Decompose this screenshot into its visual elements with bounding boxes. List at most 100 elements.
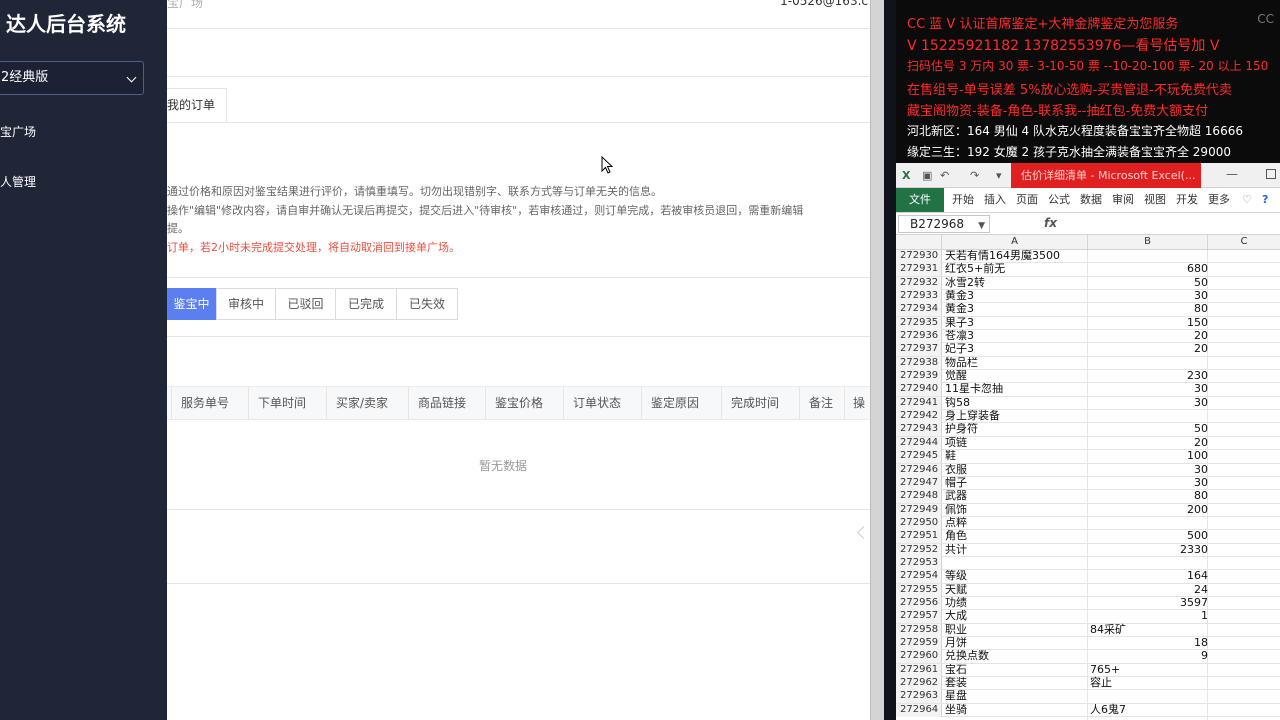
cell-b[interactable]: 200 [1088, 503, 1208, 516]
cell-a[interactable]: 红衣5+前无 [945, 263, 1085, 275]
sheet-row[interactable]: 272941 钩58 30 [896, 396, 1280, 411]
status-tab-expired[interactable]: 已失效 [396, 288, 458, 320]
row-number[interactable]: 272941 [896, 396, 942, 410]
ribbon-tab-page[interactable]: 页面 [1016, 188, 1038, 212]
cell-a[interactable]: 身上穿装备 [945, 410, 1085, 422]
cell-b[interactable]: 30 [1088, 476, 1208, 489]
sheet-row[interactable]: 272943 护身符 50 [896, 423, 1280, 437]
row-number[interactable]: 272932 [896, 276, 942, 290]
maximize-icon[interactable] [1266, 169, 1276, 179]
cell-a[interactable]: 套装 [945, 677, 1085, 689]
cell-a[interactable]: 护身符 [945, 423, 1085, 435]
row-number[interactable]: 272959 [896, 636, 942, 650]
sidebar-item-management[interactable]: 人管理 [0, 173, 36, 190]
cell-b[interactable]: 20 [1088, 343, 1208, 355]
cell-b[interactable]: 164 [1088, 570, 1208, 582]
column-header[interactable]: 完成时间 [721, 387, 800, 419]
cell-a[interactable]: 黄金3 [945, 303, 1085, 315]
version-select[interactable]: 2经典版 [0, 61, 144, 95]
cell-a[interactable]: 兑换点数 [945, 650, 1085, 662]
cell-b[interactable]: 500 [1088, 530, 1208, 542]
sheet-row[interactable]: 272954 等级 164 [896, 570, 1280, 584]
row-number[interactable]: 272953 [896, 556, 942, 570]
select-all-corner[interactable] [896, 235, 942, 250]
row-number[interactable]: 272934 [896, 303, 942, 317]
undo-icon[interactable]: ↶ [940, 169, 949, 182]
cell-a[interactable]: 坐骑 [945, 704, 1085, 716]
sheet-row[interactable]: 272964 坐骑 人6鬼7 [896, 703, 1280, 718]
sheet-row[interactable]: 272951 角色 500 [896, 530, 1280, 544]
sheet-row[interactable]: 272962 套装 容止 [896, 677, 1280, 691]
row-number[interactable]: 272950 [896, 516, 942, 530]
cell-a[interactable]: 角色 [945, 530, 1085, 542]
cell-a[interactable]: 职业 [945, 624, 1085, 636]
row-number[interactable]: 272945 [896, 450, 942, 464]
row-number[interactable]: 272931 [896, 263, 942, 277]
cell-b[interactable]: 30 [1088, 396, 1208, 409]
sheet-row[interactable]: 272960 兑换点数 9 [896, 650, 1280, 664]
cell-a[interactable]: 项链 [945, 437, 1085, 449]
row-number[interactable]: 272952 [896, 543, 942, 557]
row-number[interactable]: 272944 [896, 436, 942, 450]
sheet-row[interactable]: 272959 月饼 18 [896, 636, 1280, 651]
save-icon[interactable]: ▣ [922, 169, 932, 182]
row-number[interactable]: 272956 [896, 596, 942, 610]
cell-b[interactable]: 30 [1088, 383, 1208, 395]
cell-a[interactable]: 妃子3 [945, 343, 1085, 355]
sheet-row[interactable]: 272940 11星卡忽抽 30 [896, 383, 1280, 397]
cell-b[interactable]: 18 [1088, 636, 1208, 649]
row-number[interactable]: 272962 [896, 677, 942, 690]
sheet-row[interactable]: 272949 佩饰 200 [896, 503, 1280, 517]
cell-a[interactable]: 月饼 [945, 637, 1085, 649]
minimize-icon[interactable]: — [1226, 167, 1238, 181]
status-tab-completed[interactable]: 已完成 [335, 288, 397, 320]
sheet-row[interactable]: 272953 [896, 556, 1280, 571]
sheet-row[interactable]: 272939 觉醒 230 [896, 370, 1280, 384]
cell-a[interactable]: 天若有情164男魔3500 [945, 250, 1085, 262]
user-email[interactable]: 1-0526@163.c [780, 0, 868, 8]
column-header[interactable]: 鉴宝价格 [485, 387, 564, 419]
cell-a[interactable]: 功绩 [945, 597, 1085, 609]
ribbon-tab-review[interactable]: 审阅 [1112, 188, 1134, 212]
sheet-row[interactable]: 272930 天若有情164男魔3500 [896, 250, 1280, 264]
sheet-row[interactable]: 272937 妃子3 20 [896, 343, 1280, 357]
row-number[interactable]: 272963 [896, 690, 942, 704]
ribbon-tab-more[interactable]: 更多 [1208, 188, 1230, 212]
ribbon-tab-view[interactable]: 视图 [1144, 188, 1166, 212]
insert-function-icon[interactable]: fx [1044, 216, 1057, 230]
sheet-row[interactable]: 272942 身上穿装备 [896, 410, 1280, 424]
sheet-row[interactable]: 272963 星盘 [896, 690, 1280, 704]
cell-a[interactable]: 帽子 [945, 477, 1085, 489]
sheet-row[interactable]: 272956 功绩 3597 [896, 596, 1280, 611]
sheet-row[interactable]: 272936 苍凛3 20 [896, 330, 1280, 344]
cell-b[interactable]: 9 [1088, 650, 1208, 662]
status-tab-appraising[interactable]: 鉴宝中 [167, 288, 216, 320]
cell-a[interactable]: 天赋 [945, 584, 1085, 596]
sheet-row[interactable]: 272961 宝石 765+ [896, 663, 1280, 677]
column-header-c[interactable]: C [1208, 235, 1280, 250]
column-header[interactable]: 买家/卖家 [326, 387, 408, 419]
cell-a[interactable]: 佩饰 [945, 504, 1085, 516]
sheet-row[interactable]: 272957 大成 1 [896, 610, 1280, 624]
row-number[interactable]: 272949 [896, 503, 942, 517]
cell-a[interactable]: 11星卡忽抽 [945, 383, 1085, 395]
sheet-row[interactable]: 272950 点粹 [896, 516, 1280, 531]
sheet-row[interactable]: 272955 天赋 24 [896, 583, 1280, 597]
row-number[interactable]: 272938 [896, 356, 942, 370]
row-number[interactable]: 272960 [896, 650, 942, 664]
row-number[interactable]: 272930 [896, 250, 942, 263]
sheet-row[interactable]: 272944 项链 20 [896, 436, 1280, 451]
sheet-row[interactable]: 272933 黄金3 30 [896, 290, 1280, 304]
ribbon-tab-formula[interactable]: 公式 [1048, 188, 1070, 212]
cell-b[interactable]: 50 [1088, 276, 1208, 289]
column-header-a[interactable]: A [942, 235, 1088, 250]
cell-b[interactable]: 50 [1088, 423, 1208, 435]
redo-icon[interactable]: ↷ [970, 169, 979, 182]
column-header-b[interactable]: B [1088, 235, 1208, 250]
row-number[interactable]: 272943 [896, 423, 942, 437]
row-number[interactable]: 272948 [896, 490, 942, 504]
column-header[interactable]: 备注 [799, 387, 845, 419]
cell-a[interactable]: 黄金3 [945, 290, 1085, 302]
ribbon-tab-home[interactable]: 开始 [952, 188, 974, 212]
row-number[interactable]: 272961 [896, 663, 942, 677]
